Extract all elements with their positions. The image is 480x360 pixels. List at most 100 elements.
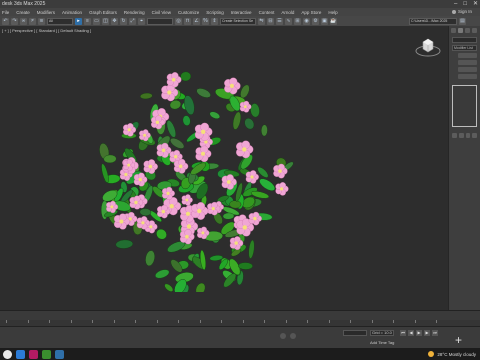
remove-modifier-icon[interactable] (472, 133, 477, 138)
menu-bar: File Create Modifiers Animation Graph Ed… (0, 8, 480, 16)
minimize-icon[interactable]: – (454, 0, 457, 8)
render-icon[interactable]: ☕ (330, 17, 337, 25)
time-slider[interactable] (0, 310, 480, 320)
modifier-button-1[interactable] (458, 53, 477, 58)
scale-icon[interactable]: ⤢ (129, 17, 136, 25)
tab-motion[interactable] (472, 28, 477, 33)
x-coordinate-field[interactable] (343, 330, 367, 336)
menu-item-rendering[interactable]: Rendering (124, 10, 145, 15)
project-folder-icon[interactable]: ▤ (459, 17, 466, 25)
select-icon[interactable]: ▸ (75, 17, 82, 25)
flower (239, 100, 252, 113)
unlink-icon[interactable]: ≠ (29, 17, 36, 25)
schematic-icon[interactable]: ⊞ (294, 17, 301, 25)
pivot-icon[interactable]: ◎ (175, 17, 182, 25)
go-to-end-icon[interactable]: ⏭ (432, 330, 438, 336)
material-editor-icon[interactable]: ◉ (303, 17, 310, 25)
place-icon[interactable]: ⌖ (138, 17, 145, 25)
menu-item-modifiers[interactable]: Modifiers (37, 10, 55, 15)
redo-icon[interactable]: ↷ (11, 17, 18, 25)
snap-icon[interactable]: ⊓ (184, 17, 191, 25)
flower (275, 182, 289, 196)
menu-item-customize[interactable]: Customize (178, 10, 199, 15)
sign-in-button[interactable]: Sign In (451, 8, 472, 16)
close-icon[interactable]: ✕ (473, 0, 478, 8)
perspective-viewport[interactable]: [ + ] [ Perspective ] [ Standard ] [ Def… (0, 26, 448, 310)
object-name-field[interactable] (452, 37, 477, 43)
modifier-button-2[interactable] (458, 60, 477, 65)
menu-item-graph-editors[interactable]: Graph Editors (89, 10, 117, 15)
timeline-tick (371, 320, 373, 323)
maximize-icon[interactable]: □ (463, 0, 467, 8)
timeline-tick (436, 320, 437, 323)
show-end-result-icon[interactable] (458, 133, 464, 138)
angle-snap-icon[interactable]: ∠ (193, 17, 200, 25)
align-icon[interactable]: ⊟ (267, 17, 274, 25)
max-app-icon[interactable] (55, 349, 64, 359)
modifier-button-4[interactable] (458, 74, 477, 79)
mirror-icon[interactable]: ⇋ (258, 17, 265, 25)
menu-item-arnold[interactable]: Arnold (281, 10, 294, 15)
add-time-tag-button[interactable]: Add Time Tag (370, 340, 394, 345)
viewcube-icon[interactable] (414, 36, 442, 58)
start-button-icon[interactable] (3, 349, 12, 359)
leaf (164, 283, 174, 292)
select-by-name-icon[interactable]: ≡ (84, 17, 91, 25)
workspace-path[interactable]: C:\Users\D...\Max 2025 (409, 17, 457, 25)
flower (224, 77, 241, 95)
selection-filter-dropdown[interactable]: All (47, 17, 73, 25)
chrome-icon[interactable] (42, 349, 51, 359)
file-explorer-icon[interactable] (16, 349, 25, 359)
link-icon[interactable]: ∞ (20, 17, 27, 25)
flower-bush-model[interactable] (90, 52, 300, 292)
tab-hierarchy[interactable] (465, 28, 470, 33)
absolute-mode-icon[interactable] (290, 333, 296, 339)
timeline-tick (328, 320, 330, 323)
menu-item-civil-view[interactable]: Civil View (152, 10, 171, 15)
modifier-stack[interactable] (452, 85, 477, 127)
menu-item-scripting[interactable]: Scripting (206, 10, 224, 15)
make-unique-icon[interactable] (465, 133, 471, 138)
tab-create[interactable] (451, 28, 456, 33)
pin-stack-icon[interactable] (452, 133, 457, 138)
reference-coord-dropdown[interactable] (147, 17, 173, 25)
leaf (229, 200, 242, 209)
undo-icon[interactable]: ↶ (2, 17, 9, 25)
bind-icon[interactable]: ≋ (38, 17, 45, 25)
play-icon[interactable]: ▶ (416, 330, 422, 336)
menu-item-file[interactable]: File (2, 10, 9, 15)
next-frame-icon[interactable]: ▶ (424, 330, 430, 336)
menu-item-interactive[interactable]: Interactive (231, 10, 252, 15)
tab-modify[interactable] (458, 28, 463, 33)
weather-text[interactable]: 28°C Mostly cloudy (437, 352, 476, 357)
timeline-tick (70, 320, 72, 323)
curve-editor-icon[interactable]: ∿ (285, 17, 292, 25)
percent-snap-icon[interactable]: % (202, 17, 209, 25)
lock-selection-icon[interactable] (280, 333, 286, 339)
media-app-icon[interactable] (29, 349, 38, 359)
modifier-button-3[interactable] (458, 67, 477, 72)
window-crossing-icon[interactable]: ◫ (102, 17, 109, 25)
flower (245, 170, 259, 184)
viewport-label[interactable]: [ + ] [ Perspective ] [ Standard ] [ Def… (2, 28, 91, 33)
previous-frame-icon[interactable]: ◀ (408, 330, 414, 336)
modifier-list-dropdown[interactable]: Modifier List (452, 45, 477, 51)
region-select-icon[interactable]: ▭ (93, 17, 100, 25)
status-bar: Grid = 10.0 Add Time Tag ⏮ ◀ ▶ ▶ ⏭ + (0, 326, 480, 348)
render-setup-icon[interactable]: ⚙ (312, 17, 319, 25)
menu-item-content[interactable]: Content (259, 10, 275, 15)
go-to-start-icon[interactable]: ⏮ (400, 330, 406, 336)
named-selection-set[interactable]: Create Selection Se (220, 17, 256, 25)
add-icon[interactable]: + (455, 333, 462, 347)
spinner-snap-icon[interactable]: ⇕ (211, 17, 218, 25)
render-frame-icon[interactable]: ▣ (321, 17, 328, 25)
menu-item-app-store[interactable]: App Store (301, 10, 321, 15)
timeline-tick (199, 320, 201, 323)
layers-icon[interactable]: ☰ (276, 17, 283, 25)
menu-item-help[interactable]: Help (328, 10, 337, 15)
menu-item-create[interactable]: Create (16, 10, 30, 15)
move-icon[interactable]: ✥ (111, 17, 118, 25)
menu-item-animation[interactable]: Animation (62, 10, 82, 15)
timeline-tick (178, 320, 179, 323)
rotate-icon[interactable]: ↻ (120, 17, 127, 25)
